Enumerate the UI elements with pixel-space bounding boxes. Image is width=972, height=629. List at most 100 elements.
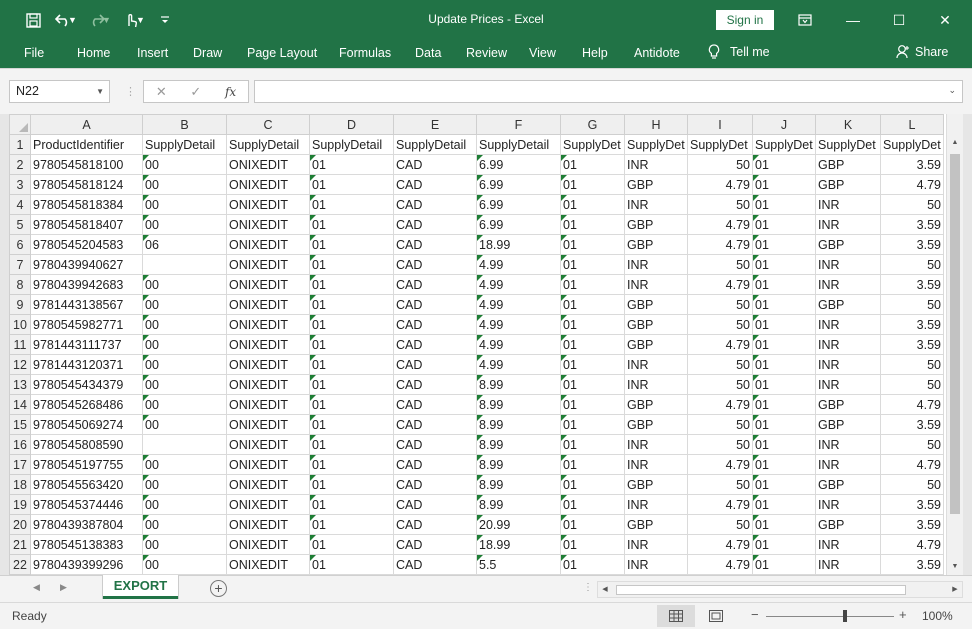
cell-j13[interactable]: 01 bbox=[752, 374, 816, 395]
cell-c3[interactable]: ONIXEDIT bbox=[226, 174, 310, 195]
cell-a4[interactable]: 9780545818384 bbox=[30, 194, 143, 215]
tab-help[interactable]: Help bbox=[582, 46, 608, 60]
sign-in-button[interactable]: Sign in bbox=[716, 10, 774, 30]
cell-k17[interactable]: INR bbox=[815, 454, 881, 475]
cell-l13[interactable]: 50 bbox=[880, 374, 944, 395]
cell-h2[interactable]: INR bbox=[624, 154, 688, 175]
cell-c19[interactable]: ONIXEDIT bbox=[226, 494, 310, 515]
cell-k13[interactable]: INR bbox=[815, 374, 881, 395]
cell-c16[interactable]: ONIXEDIT bbox=[226, 434, 310, 455]
cell-d4[interactable]: 01 bbox=[309, 194, 394, 215]
row-header[interactable]: 7 bbox=[9, 254, 31, 275]
row-header[interactable]: 3 bbox=[9, 174, 31, 195]
cell-h7[interactable]: INR bbox=[624, 254, 688, 275]
cell-f18[interactable]: 8.99 bbox=[476, 474, 561, 495]
customize-toolbar-icon[interactable] bbox=[150, 8, 180, 32]
cell-g1[interactable]: SupplyDet bbox=[560, 134, 625, 155]
zoom-in-icon[interactable]: + bbox=[899, 607, 907, 622]
cell-k6[interactable]: GBP bbox=[815, 234, 881, 255]
cell-h8[interactable]: INR bbox=[624, 274, 688, 295]
cell-b18[interactable]: 00 bbox=[142, 474, 227, 495]
cell-c10[interactable]: ONIXEDIT bbox=[226, 314, 310, 335]
cell-h14[interactable]: GBP bbox=[624, 394, 688, 415]
cell-c14[interactable]: ONIXEDIT bbox=[226, 394, 310, 415]
cell-j10[interactable]: 01 bbox=[752, 314, 816, 335]
cell-j21[interactable]: 01 bbox=[752, 534, 816, 555]
zoom-level[interactable]: 100% bbox=[922, 609, 953, 623]
cell-c17[interactable]: ONIXEDIT bbox=[226, 454, 310, 475]
page-break-view-icon-b[interactable] bbox=[703, 605, 741, 627]
cell-b17[interactable]: 00 bbox=[142, 454, 227, 475]
cell-j22[interactable]: 01 bbox=[752, 554, 816, 575]
cell-b22[interactable]: 00 bbox=[142, 554, 227, 575]
cell-g16[interactable]: 01 bbox=[560, 434, 625, 455]
cell-g15[interactable]: 01 bbox=[560, 414, 625, 435]
cell-j5[interactable]: 01 bbox=[752, 214, 816, 235]
cell-j20[interactable]: 01 bbox=[752, 514, 816, 535]
cell-g3[interactable]: 01 bbox=[560, 174, 625, 195]
cell-d21[interactable]: 01 bbox=[309, 534, 394, 555]
tab-view[interactable]: View bbox=[529, 46, 556, 60]
cell-a13[interactable]: 9780545434379 bbox=[30, 374, 143, 395]
cell-l19[interactable]: 3.59 bbox=[880, 494, 944, 515]
cell-i18[interactable]: 50 bbox=[687, 474, 753, 495]
cell-j18[interactable]: 01 bbox=[752, 474, 816, 495]
cell-d13[interactable]: 01 bbox=[309, 374, 394, 395]
cell-g4[interactable]: 01 bbox=[560, 194, 625, 215]
cell-c8[interactable]: ONIXEDIT bbox=[226, 274, 310, 295]
cell-c21[interactable]: ONIXEDIT bbox=[226, 534, 310, 555]
cell-a5[interactable]: 9780545818407 bbox=[30, 214, 143, 235]
cell-j3[interactable]: 01 bbox=[752, 174, 816, 195]
cell-j17[interactable]: 01 bbox=[752, 454, 816, 475]
cell-i16[interactable]: 50 bbox=[687, 434, 753, 455]
cell-g21[interactable]: 01 bbox=[560, 534, 625, 555]
cell-l3[interactable]: 4.79 bbox=[880, 174, 944, 195]
cell-a21[interactable]: 9780545138383 bbox=[30, 534, 143, 555]
row-header[interactable]: 8 bbox=[9, 274, 31, 295]
cell-b16[interactable] bbox=[142, 434, 227, 455]
scroll-left-icon[interactable]: ◀ bbox=[598, 582, 612, 597]
cell-j6[interactable]: 01 bbox=[752, 234, 816, 255]
cell-h13[interactable]: INR bbox=[624, 374, 688, 395]
cell-d16[interactable]: 01 bbox=[309, 434, 394, 455]
cell-d5[interactable]: 01 bbox=[309, 214, 394, 235]
cell-l14[interactable]: 4.79 bbox=[880, 394, 944, 415]
scroll-right-icon[interactable]: ▶ bbox=[948, 582, 962, 597]
cell-d2[interactable]: 01 bbox=[309, 154, 394, 175]
cell-l22[interactable]: 3.59 bbox=[880, 554, 944, 575]
normal-view-icon[interactable] bbox=[657, 605, 695, 627]
column-header-f[interactable]: F bbox=[476, 114, 561, 135]
cell-d8[interactable]: 01 bbox=[309, 274, 394, 295]
vertical-scroll-thumb[interactable] bbox=[950, 154, 960, 514]
splitter-handle-icon[interactable]: ⋮ bbox=[125, 85, 136, 98]
cell-j19[interactable]: 01 bbox=[752, 494, 816, 515]
cell-e10[interactable]: CAD bbox=[393, 314, 477, 335]
cell-h11[interactable]: GBP bbox=[624, 334, 688, 355]
cell-l8[interactable]: 3.59 bbox=[880, 274, 944, 295]
cell-f16[interactable]: 8.99 bbox=[476, 434, 561, 455]
zoom-slider[interactable] bbox=[766, 616, 894, 617]
cell-b13[interactable]: 00 bbox=[142, 374, 227, 395]
cell-c13[interactable]: ONIXEDIT bbox=[226, 374, 310, 395]
cell-a2[interactable]: 9780545818100 bbox=[30, 154, 143, 175]
cell-a16[interactable]: 9780545808590 bbox=[30, 434, 143, 455]
cell-k5[interactable]: INR bbox=[815, 214, 881, 235]
cell-i20[interactable]: 50 bbox=[687, 514, 753, 535]
cell-a10[interactable]: 9780545982771 bbox=[30, 314, 143, 335]
cell-i12[interactable]: 50 bbox=[687, 354, 753, 375]
row-header[interactable]: 16 bbox=[9, 434, 31, 455]
cell-h22[interactable]: INR bbox=[624, 554, 688, 575]
cell-d18[interactable]: 01 bbox=[309, 474, 394, 495]
cell-b9[interactable]: 00 bbox=[142, 294, 227, 315]
cell-c1[interactable]: SupplyDetail bbox=[226, 134, 310, 155]
cell-l20[interactable]: 3.59 bbox=[880, 514, 944, 535]
cell-b7[interactable] bbox=[142, 254, 227, 275]
cell-g14[interactable]: 01 bbox=[560, 394, 625, 415]
cell-j2[interactable]: 01 bbox=[752, 154, 816, 175]
close-button[interactable]: ✕ bbox=[922, 6, 968, 34]
cell-k18[interactable]: GBP bbox=[815, 474, 881, 495]
row-header[interactable]: 9 bbox=[9, 294, 31, 315]
row-header[interactable]: 20 bbox=[9, 514, 31, 535]
cell-d14[interactable]: 01 bbox=[309, 394, 394, 415]
cell-e11[interactable]: CAD bbox=[393, 334, 477, 355]
